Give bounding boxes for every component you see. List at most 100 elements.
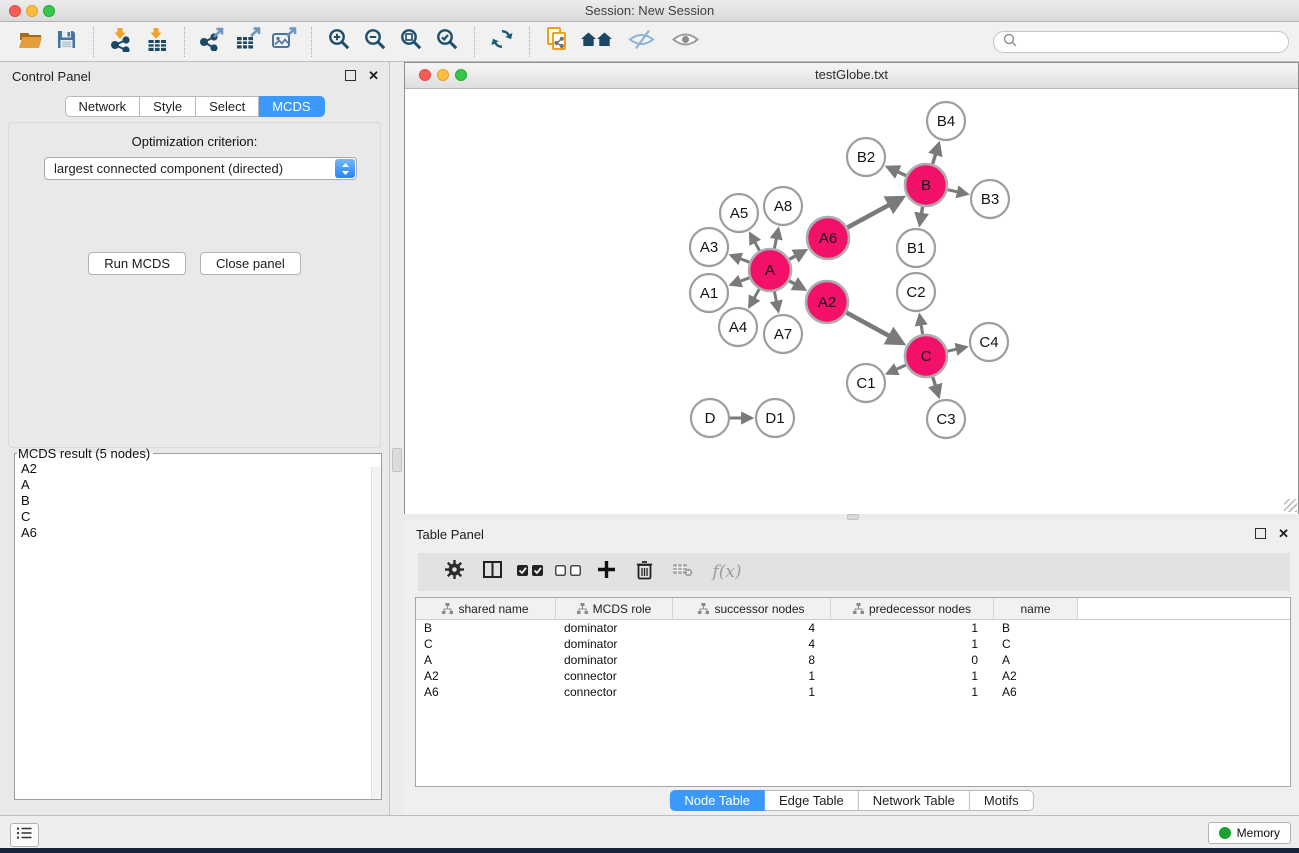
- graph-edge-A-A8[interactable]: [774, 230, 778, 249]
- graph-edge-A-A1[interactable]: [732, 278, 750, 285]
- export-network-button[interactable]: [194, 26, 230, 58]
- deselect-all-button[interactable]: [549, 556, 587, 588]
- graph-node-D1[interactable]: D1: [756, 399, 794, 437]
- tab-mcds[interactable]: MCDS: [259, 96, 324, 117]
- network-graph[interactable]: AA1A2A3A4A5A6A7A8BB1B2B3B4CC1C2C3C4DD1: [405, 89, 1298, 514]
- export-image-button[interactable]: [266, 26, 302, 58]
- close-panel-button[interactable]: Close panel: [200, 252, 301, 275]
- divider-grip[interactable]: [392, 448, 402, 472]
- table-cell[interactable]: 4: [673, 621, 831, 635]
- run-mcds-button[interactable]: Run MCDS: [88, 252, 186, 275]
- table-cell[interactable]: B: [994, 621, 1078, 635]
- table-cell[interactable]: connector: [556, 685, 673, 699]
- column-header[interactable]: MCDS role: [556, 598, 673, 619]
- graph-node-A2[interactable]: A2: [806, 281, 848, 323]
- zoom-out-button[interactable]: [357, 26, 393, 58]
- graph-node-A8[interactable]: A8: [764, 187, 802, 225]
- graph-edge-A-A5[interactable]: [751, 234, 760, 251]
- export-table-button[interactable]: [230, 26, 266, 58]
- graph-node-A3[interactable]: A3: [690, 228, 728, 266]
- select-all-button[interactable]: [511, 556, 549, 588]
- criterion-select[interactable]: largest connected component (directed): [44, 157, 357, 180]
- import-table-button[interactable]: [139, 26, 175, 58]
- graph-edge-C-C3[interactable]: [933, 377, 939, 396]
- zoom-selected-button[interactable]: [429, 26, 465, 58]
- add-row-button[interactable]: [587, 556, 625, 588]
- delete-row-button[interactable]: [625, 556, 663, 588]
- zoom-window-button[interactable]: [43, 5, 55, 17]
- table-row[interactable]: Bdominator41B: [416, 620, 1290, 636]
- tab-edge-table[interactable]: Edge Table: [765, 790, 859, 811]
- tab-node-table[interactable]: Node Table: [669, 790, 765, 811]
- table-cell[interactable]: dominator: [556, 621, 673, 635]
- result-item[interactable]: A: [15, 477, 381, 493]
- table-row[interactable]: A2connector11A2: [416, 668, 1290, 684]
- graph-node-A4[interactable]: A4: [719, 308, 757, 346]
- graph-node-A[interactable]: A: [749, 249, 791, 291]
- table-cell[interactable]: A: [416, 653, 556, 667]
- table-cell[interactable]: 4: [673, 637, 831, 651]
- table-cell[interactable]: 1: [831, 637, 994, 651]
- table-cell[interactable]: A6: [416, 685, 556, 699]
- graph-edge-A-A3[interactable]: [732, 256, 750, 263]
- result-item[interactable]: A6: [15, 525, 381, 541]
- tab-network[interactable]: Network: [64, 96, 140, 117]
- result-scrollbar[interactable]: [371, 467, 381, 799]
- graph-edge-A2-C[interactable]: [846, 313, 902, 343]
- graph-edge-A-A6[interactable]: [789, 251, 805, 260]
- function-builder-button[interactable]: f(x): [701, 556, 753, 588]
- table-cell[interactable]: C: [994, 637, 1078, 651]
- task-history-button[interactable]: [10, 823, 39, 847]
- table-cell[interactable]: 1: [673, 685, 831, 699]
- table-cell[interactable]: A2: [416, 669, 556, 683]
- result-item[interactable]: A2: [15, 461, 381, 477]
- table-row[interactable]: Adominator80A: [416, 652, 1290, 668]
- first-neighbors-button[interactable]: [575, 26, 619, 58]
- window-resize-grip[interactable]: [1284, 499, 1297, 512]
- column-header[interactable]: shared name: [416, 598, 556, 619]
- maximize-network-button[interactable]: [455, 69, 467, 81]
- table-cell[interactable]: C: [416, 637, 556, 651]
- tab-style[interactable]: Style: [140, 96, 196, 117]
- table-cell[interactable]: 1: [673, 669, 831, 683]
- graph-node-C4[interactable]: C4: [970, 323, 1008, 361]
- graph-edge-B-B4[interactable]: [933, 144, 939, 164]
- table-cell[interactable]: connector: [556, 669, 673, 683]
- tab-motifs[interactable]: Motifs: [970, 790, 1034, 811]
- column-header[interactable]: predecessor nodes: [831, 598, 994, 619]
- table-cell[interactable]: A6: [994, 685, 1078, 699]
- toggle-columns-button[interactable]: [473, 556, 511, 588]
- minimize-network-button[interactable]: [437, 69, 449, 81]
- table-cell[interactable]: B: [416, 621, 556, 635]
- graph-edge-B-B2[interactable]: [888, 167, 906, 175]
- graph-edge-C-C1[interactable]: [888, 365, 906, 373]
- graph-edge-B-B3[interactable]: [948, 190, 967, 194]
- graph-node-C2[interactable]: C2: [897, 273, 935, 311]
- save-session-button[interactable]: [48, 26, 84, 58]
- column-header[interactable]: successor nodes: [673, 598, 831, 619]
- graph-node-B2[interactable]: B2: [847, 138, 885, 176]
- graph-node-B3[interactable]: B3: [971, 180, 1009, 218]
- table-cell[interactable]: 1: [831, 669, 994, 683]
- table-cell[interactable]: 8: [673, 653, 831, 667]
- graph-node-A1[interactable]: A1: [690, 274, 728, 312]
- delete-table-button[interactable]: [663, 556, 701, 588]
- graph-edge-C-C4[interactable]: [948, 347, 966, 351]
- result-item[interactable]: B: [15, 493, 381, 509]
- graph-edge-A6-B[interactable]: [847, 198, 901, 227]
- open-session-button[interactable]: [12, 26, 48, 58]
- graph-edge-A-A2[interactable]: [789, 281, 804, 289]
- import-network-button[interactable]: [103, 26, 139, 58]
- graph-edge-A-A7[interactable]: [774, 292, 778, 311]
- hide-selected-button[interactable]: [619, 26, 663, 58]
- close-network-button[interactable]: [419, 69, 431, 81]
- minimize-window-button[interactable]: [26, 5, 38, 17]
- table-settings-button[interactable]: [435, 556, 473, 588]
- close-window-button[interactable]: [9, 5, 21, 17]
- graph-node-B1[interactable]: B1: [897, 229, 935, 267]
- tab-network-table[interactable]: Network Table: [859, 790, 970, 811]
- table-cell[interactable]: A: [994, 653, 1078, 667]
- table-cell[interactable]: dominator: [556, 637, 673, 651]
- graph-edge-B-B1[interactable]: [920, 207, 923, 224]
- table-cell[interactable]: dominator: [556, 653, 673, 667]
